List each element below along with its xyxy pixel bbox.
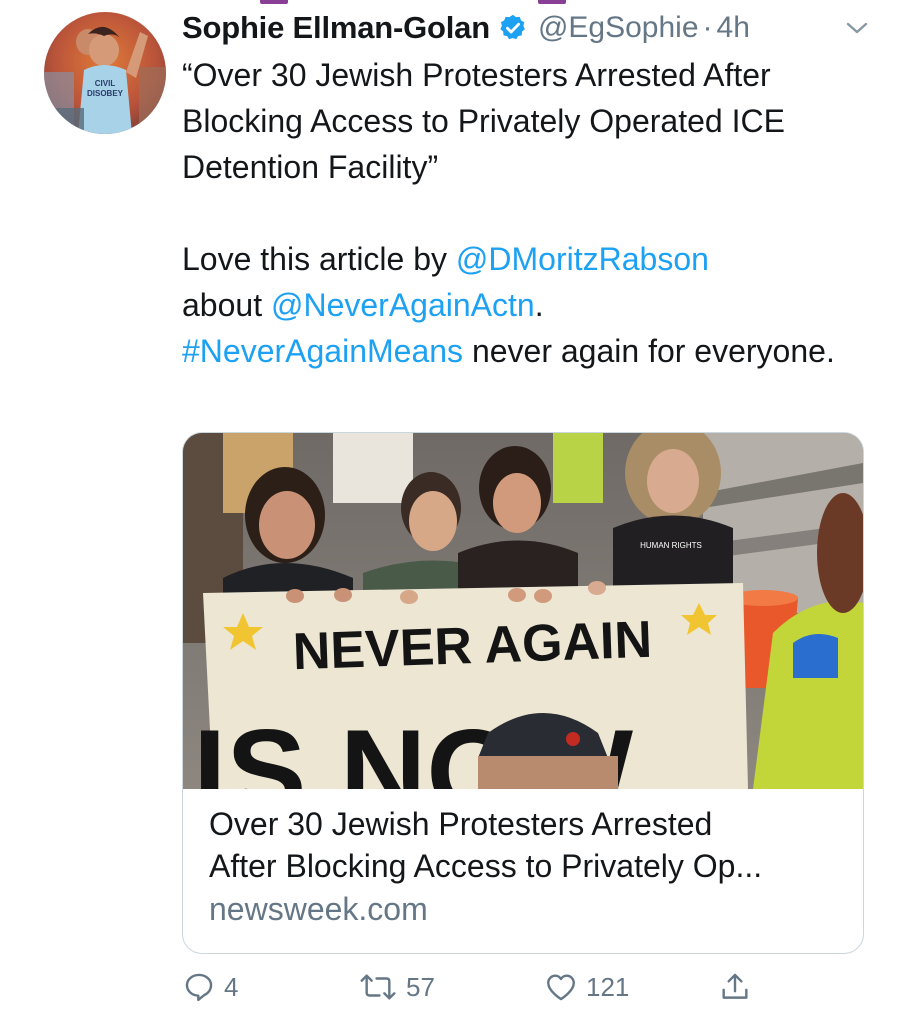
shirt-text: HUMAN RIGHTS: [640, 541, 702, 550]
tweet-actions: 4 57 121: [182, 970, 872, 1014]
avatar[interactable]: CIVIL DISOBEY: [44, 12, 166, 134]
text-segment: never again for everyone.: [463, 333, 835, 369]
svg-text:CIVIL: CIVIL: [95, 79, 116, 88]
reply-button[interactable]: 4: [182, 970, 238, 1004]
previous-tweet-edge: [538, 0, 566, 4]
article-image: HUMAN RIGHTS NEVER AGAIN IS NOW: [183, 433, 863, 789]
text-segment: Love this article by: [182, 241, 456, 277]
quoted-headline: “Over 30 Jewish Protesters Arrested Afte…: [182, 57, 785, 185]
previous-tweet-edge: [260, 0, 288, 4]
like-button[interactable]: 121: [544, 970, 629, 1004]
retweet-icon: [360, 974, 396, 1000]
separator: ·: [702, 11, 713, 44]
mention-link[interactable]: @DMoritzRabson: [456, 241, 709, 277]
card-title: Over 30 Jewish Protesters Arrested After…: [209, 803, 849, 887]
reply-count: 4: [224, 971, 239, 1002]
verified-badge-icon: [498, 13, 528, 43]
card-domain: newsweek.com: [209, 891, 428, 927]
retweet-button[interactable]: 57: [358, 970, 435, 1004]
like-count: 121: [586, 971, 630, 1002]
tweet-text: “Over 30 Jewish Protesters Arrested Afte…: [182, 52, 872, 374]
hashtag-link[interactable]: #NeverAgainMeans: [182, 333, 463, 369]
author-handle[interactable]: @EgSophie: [538, 11, 699, 45]
avatar-photo: CIVIL DISOBEY: [44, 12, 166, 134]
retweet-count: 57: [406, 971, 435, 1002]
mention-link[interactable]: @NeverAgainActn: [271, 287, 535, 323]
card-title-line: After Blocking Access to Privately Op...: [209, 848, 763, 884]
author-name[interactable]: Sophie Ellman-Golan: [182, 10, 490, 46]
timestamp[interactable]: 4h: [717, 11, 750, 45]
chevron-down-icon[interactable]: [844, 18, 870, 38]
text-segment: about: [182, 287, 271, 323]
reply-icon: [185, 973, 213, 1002]
share-icon: [722, 973, 748, 999]
text-segment: .: [534, 287, 544, 323]
tweet-header: Sophie Ellman-Golan @EgSophie · 4h: [182, 8, 872, 48]
share-button[interactable]: [718, 970, 752, 1004]
link-preview-card[interactable]: HUMAN RIGHTS NEVER AGAIN IS NOW Over 30 …: [182, 432, 864, 954]
heart-icon: [547, 974, 575, 1001]
card-title-line: Over 30 Jewish Protesters Arrested: [209, 806, 713, 842]
tweet-paragraph: Love this article by @DMoritzRabson about…: [182, 236, 872, 374]
svg-text:DISOBEY: DISOBEY: [87, 89, 124, 98]
